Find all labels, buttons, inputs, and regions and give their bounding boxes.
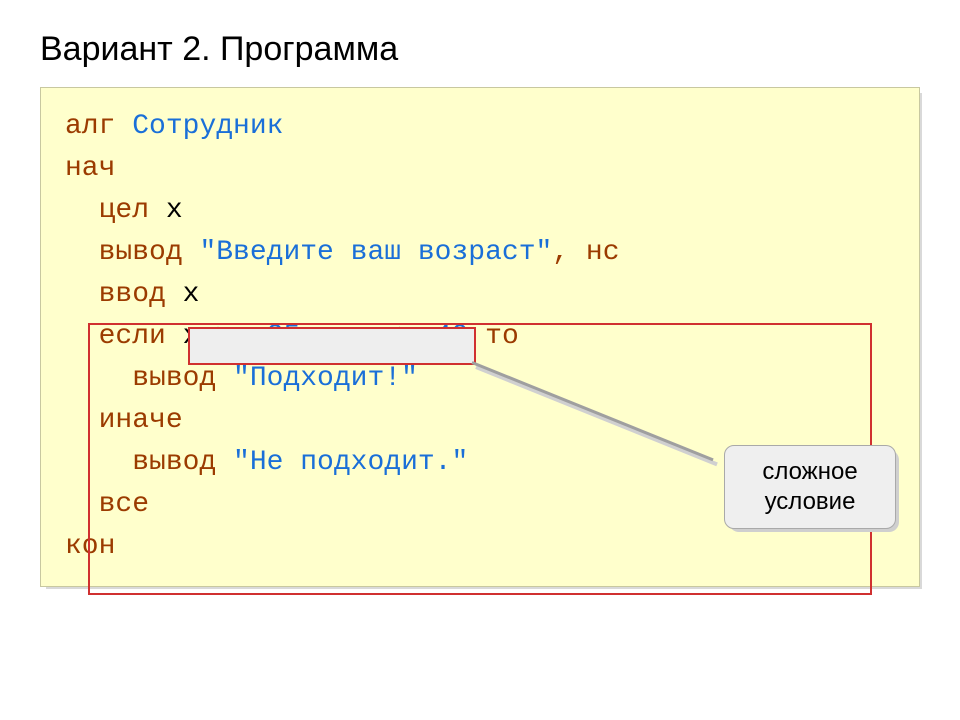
- callout-text: сложное условие: [762, 457, 857, 517]
- num-25: 25: [267, 321, 301, 352]
- kw-vse: все: [99, 489, 149, 520]
- kw-alg: алг: [65, 111, 115, 142]
- slide: Вариант 2. Программа алг Сотрудник нач ц…: [0, 0, 960, 720]
- kw-esli: если: [99, 321, 166, 352]
- kw-vyvod-3: вывод: [132, 447, 216, 478]
- callout-line2: условие: [765, 488, 856, 515]
- kw-nach: нач: [65, 153, 115, 184]
- slide-title: Вариант 2. Программа: [40, 30, 920, 69]
- var-x: x: [166, 195, 183, 226]
- kw-vyvod-1: вывод: [99, 237, 183, 268]
- kw-inache: иначе: [99, 405, 183, 436]
- kw-to: то: [485, 321, 519, 352]
- kw-ns: , нс: [552, 237, 619, 268]
- kw-and: и: [317, 321, 334, 352]
- kw-vyvod-2: вывод: [132, 363, 216, 394]
- str-prompt: "Введите ваш возраст": [199, 237, 552, 268]
- str-ok: "Подходит!": [233, 363, 418, 394]
- cond-b: x <=: [351, 321, 418, 352]
- cond-a: x >=: [183, 321, 250, 352]
- kw-tsel: цел: [99, 195, 149, 226]
- num-40: 40: [435, 321, 469, 352]
- alg-name: Сотрудник: [132, 111, 283, 142]
- str-no: "Не подходит.": [233, 447, 468, 478]
- kw-vvod: ввод: [99, 279, 166, 310]
- vvod-x: x: [183, 279, 200, 310]
- callout: сложное условие: [724, 445, 896, 529]
- callout-box: сложное условие: [724, 445, 896, 529]
- code-block-container: алг Сотрудник нач цел x вывод "Введите в…: [40, 87, 920, 587]
- callout-line1: сложное: [762, 458, 857, 485]
- kw-kon: кон: [65, 531, 115, 562]
